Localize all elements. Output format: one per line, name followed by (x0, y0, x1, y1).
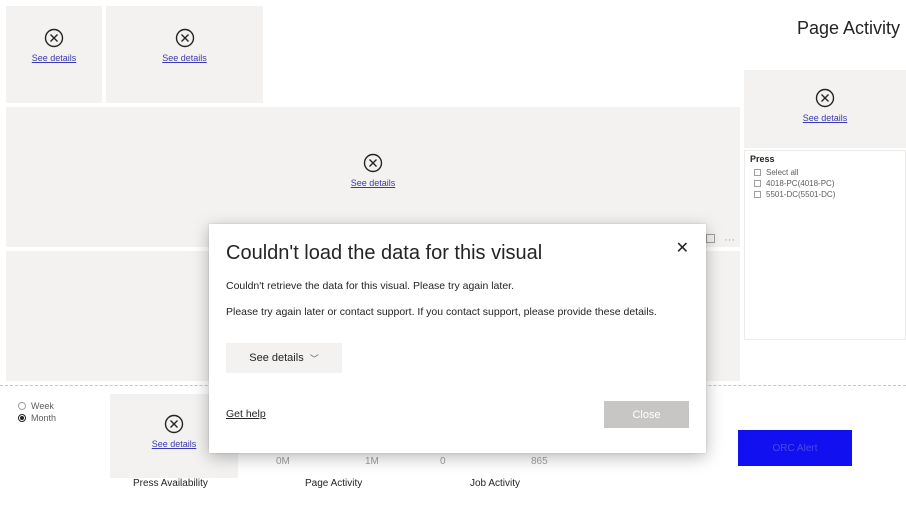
radio-month[interactable]: Month (18, 412, 56, 424)
close-button[interactable]: Close (604, 401, 689, 428)
visual-error: See details (744, 88, 906, 126)
slicer-title: Press (750, 154, 775, 164)
focus-mode-icon[interactable] (706, 234, 715, 243)
page-activity-min: 0M (276, 456, 290, 467)
see-details-label: See details (249, 352, 304, 364)
error-circle-x-icon (175, 28, 194, 48)
checkbox[interactable] (754, 191, 761, 198)
error-circle-x-icon (363, 153, 383, 173)
page-title: Page Activity (796, 18, 900, 38)
visual-error: See details (6, 153, 740, 191)
get-help-link[interactable]: Get help (226, 408, 266, 420)
dialog-title: Couldn't load the data for this visual (226, 242, 543, 264)
error-circle-x-icon (815, 88, 835, 108)
visual-error: See details (106, 28, 263, 66)
visual-tile-1: See details (6, 6, 102, 103)
job-activity-max: 865 (531, 456, 548, 467)
job-activity-min: 0 (440, 456, 446, 467)
checkbox[interactable] (754, 180, 761, 187)
see-details-link[interactable]: See details (351, 178, 396, 188)
slicer-item-select-all[interactable]: Select all (754, 167, 900, 178)
error-dialog: Couldn't load the data for this visual ✕… (209, 224, 706, 453)
visual-tile-2: See details (106, 6, 263, 103)
see-details-link[interactable]: See details (152, 439, 197, 449)
visual-tile-right: See details (744, 70, 906, 148)
chevron-down-icon: ﹀ (309, 353, 319, 364)
radio-button[interactable] (18, 414, 26, 422)
page-activity-caption: Page Activity (305, 478, 363, 489)
error-circle-x-icon (164, 414, 184, 434)
see-details-button[interactable]: See details ﹀ (226, 343, 342, 373)
press-availability-caption: Press Availability (133, 478, 208, 489)
radio-button[interactable] (18, 402, 26, 410)
slicer-item-5501[interactable]: 5501-DC(5501-DC) (754, 189, 900, 200)
close-icon[interactable]: ✕ (676, 238, 689, 258)
orc-alert-button[interactable]: ORC Alert (738, 430, 852, 466)
dialog-detail: Please try again later or contact suppor… (226, 306, 657, 318)
dialog-message: Couldn't retrieve the data for this visu… (226, 280, 514, 292)
more-options-icon[interactable]: ··· (724, 234, 735, 246)
see-details-link[interactable]: See details (32, 53, 77, 63)
visual-error: See details (6, 28, 102, 66)
press-slicer: Press Select all 4018-PC(4018-PC) 5501-D… (744, 150, 906, 340)
radio-week[interactable]: Week (18, 400, 56, 412)
period-selector: Week Month (18, 400, 56, 424)
see-details-link[interactable]: See details (803, 113, 848, 123)
slicer-item-4018[interactable]: 4018-PC(4018-PC) (754, 178, 900, 189)
job-activity-caption: Job Activity (470, 478, 521, 489)
see-details-link[interactable]: See details (162, 53, 207, 63)
page-activity-max: 1M (365, 456, 379, 467)
checkbox[interactable] (754, 169, 761, 176)
visual-header: ··· (706, 234, 735, 246)
error-circle-x-icon (44, 28, 64, 48)
